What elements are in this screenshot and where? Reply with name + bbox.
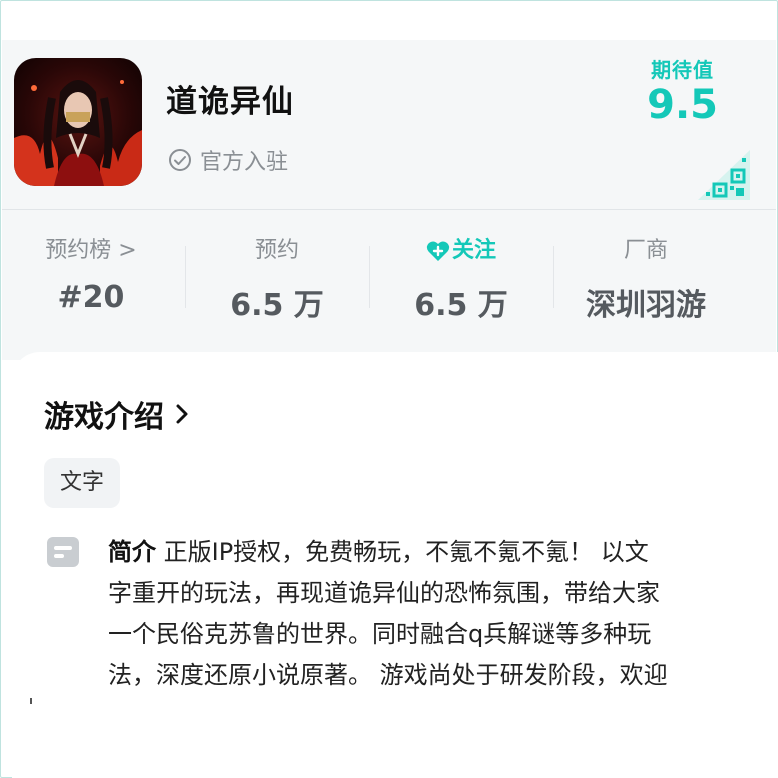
intro-section-title[interactable]: 游戏介绍 <box>44 392 190 436</box>
summary-line: 法，深度还原小说原著。 游戏尚处于研发阶段，欢迎 <box>108 661 668 689</box>
heart-plus-icon <box>426 241 450 261</box>
follow-label-row: 关注 <box>386 236 536 266</box>
summary-line: 一个民俗克苏鲁的世界。同时融合q兵解谜等多种玩 <box>108 620 652 648</box>
stat-reservations: 预约 6.5 万 <box>202 236 352 324</box>
stat-value: 6.5 万 <box>230 288 324 323</box>
intro-description: 简介 正版IP授权，免费畅玩，不氪不氪不氪！ 以文 字重开的玩法，再现道诡异仙的… <box>108 532 756 696</box>
stat-value: 深圳羽游 <box>586 288 706 323</box>
stat-value: #20 <box>57 280 125 315</box>
edge-mark <box>30 698 32 704</box>
document-icon <box>47 537 79 567</box>
stat-developer[interactable]: 厂商 深圳羽游 <box>568 236 724 324</box>
summary-line: 字重开的玩法，再现道诡异仙的恐怖氛围，带给大家 <box>108 579 660 607</box>
summary-line: 正版IP授权，免费畅玩，不氪不氪不氪！ 以文 <box>156 538 649 566</box>
check-circle-icon <box>169 149 191 171</box>
qr-code-icon[interactable] <box>698 150 750 200</box>
game-icon[interactable] <box>14 58 142 186</box>
stat-label: 预约 <box>254 238 299 263</box>
stat-label: 厂商 <box>623 238 668 263</box>
official-label: 官方入驻 <box>200 150 289 175</box>
stat-value: 6.5 万 <box>414 288 508 323</box>
expectation-score: 期待值 9.5 <box>647 54 718 127</box>
game-header: 道诡异仙 官方入驻 期待值 9.5 <box>2 40 776 210</box>
section-title-text: 游戏介绍 <box>44 400 164 435</box>
expectation-label: 期待值 <box>651 58 715 82</box>
stat-label: 预约榜 > <box>45 238 137 263</box>
genre-tag[interactable]: 文字 <box>44 458 121 508</box>
summary-heading: 简介 <box>108 538 156 566</box>
divider <box>369 246 370 308</box>
chevron-right-icon <box>176 404 188 424</box>
expectation-value: 9.5 <box>647 82 718 128</box>
intro-card: 游戏介绍 文字 简介 正版IP授权，免费畅玩，不氪不氪不氪！ 以文 字重开的玩法… <box>12 352 778 778</box>
stat-follow[interactable]: 关注 6.5 万 <box>386 236 536 324</box>
divider <box>185 246 186 308</box>
official-badge: 官方入驻 <box>168 144 288 176</box>
divider <box>553 246 554 308</box>
game-title: 道诡异仙 <box>166 84 294 120</box>
stat-ranking[interactable]: 预约榜 > #20 <box>20 236 162 315</box>
stats-bar: 预约榜 > #20 预约 6.5 万 关注 6.5 万 厂商 深圳羽游 <box>2 210 776 360</box>
follow-label: 关注 <box>451 238 496 263</box>
